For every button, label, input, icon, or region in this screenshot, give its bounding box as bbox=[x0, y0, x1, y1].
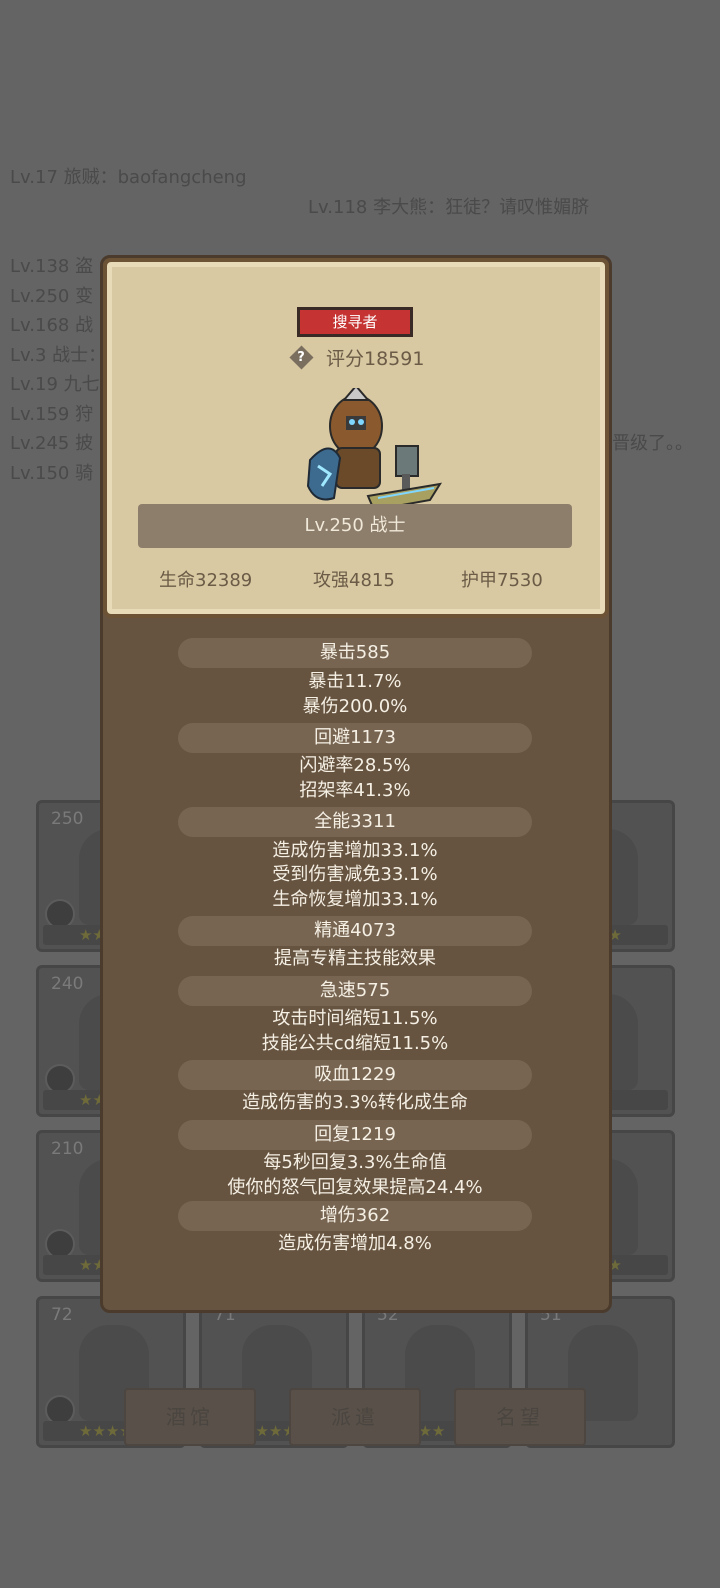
class-badge: 搜寻者 bbox=[297, 307, 413, 337]
stat-desc: 生命恢复增加33.1% bbox=[272, 889, 438, 910]
chat-line: Lv.138 盗 bbox=[10, 256, 94, 277]
chat-line: Lv.250 变 bbox=[10, 286, 94, 307]
armor-stat: 护甲7530 bbox=[461, 570, 543, 591]
stat-desc: 每5秒回复3.3%生命值 bbox=[263, 1152, 447, 1173]
versatility-stat-label: 全能3311 bbox=[178, 807, 532, 837]
hero-name-bar: Lv.250 战士 bbox=[138, 504, 572, 548]
chat-line: 晋级了。。 bbox=[612, 433, 693, 454]
stat-desc: 受到伤害减免33.1% bbox=[272, 864, 438, 885]
stat-desc: 暴伤200.0% bbox=[302, 696, 408, 717]
help-icon[interactable]: ? bbox=[289, 345, 313, 369]
regen-stat-label: 回复1219 bbox=[178, 1120, 532, 1150]
stat-desc: 造成伤害增加33.1% bbox=[272, 840, 438, 861]
damage-bonus-stat-label: 增伤362 bbox=[178, 1201, 532, 1231]
crit-stat-label: 暴击585 bbox=[178, 638, 532, 668]
stat-desc: 造成伤害增加4.8% bbox=[278, 1233, 432, 1254]
hp-stat: 生命32389 bbox=[159, 570, 253, 591]
dispatch-button[interactable]: 派遣 bbox=[289, 1388, 421, 1446]
stat-desc: 闪避率28.5% bbox=[299, 755, 411, 776]
warrior-portrait bbox=[306, 388, 443, 512]
hero-level: 72 bbox=[51, 1305, 73, 1325]
stat-desc: 提高专精主技能效果 bbox=[274, 948, 436, 969]
hero-level: 240 bbox=[51, 974, 84, 994]
haste-stat-label: 急速575 bbox=[178, 976, 532, 1006]
score-label: 评分18591 bbox=[326, 348, 425, 370]
chat-line: Lv.19 九七 bbox=[10, 374, 100, 395]
mastery-stat-label: 精通4073 bbox=[178, 916, 532, 946]
tavern-button[interactable]: 酒馆 bbox=[124, 1388, 256, 1446]
dodge-stat-label: 回避1173 bbox=[178, 723, 532, 753]
fame-button[interactable]: 名望 bbox=[454, 1388, 586, 1446]
stat-desc: 攻击时间缩短11.5% bbox=[272, 1008, 438, 1029]
stat-desc: 招架率41.3% bbox=[299, 780, 411, 801]
lifesteal-stat-label: 吸血1229 bbox=[178, 1060, 532, 1090]
stat-desc: 使你的怒气回复效果提高24.4% bbox=[227, 1177, 483, 1198]
chat-line: Lv.118 李大熊：狂徒？请叹惟媚脐 bbox=[308, 197, 590, 218]
stat-desc: 暴击11.7% bbox=[308, 671, 402, 692]
hero-level: 210 bbox=[51, 1139, 84, 1159]
stat-desc: 技能公共cd缩短11.5% bbox=[261, 1033, 449, 1054]
hero-level: 250 bbox=[51, 809, 84, 829]
stat-desc: 造成伤害的3.3%转化成生命 bbox=[242, 1092, 468, 1113]
chat-line: Lv.168 战 bbox=[10, 315, 94, 336]
chat-line: Lv.159 狩 bbox=[10, 404, 94, 425]
chat-line: Lv.245 披 bbox=[10, 433, 94, 454]
attack-stat: 攻强4815 bbox=[313, 570, 395, 591]
chat-line: Lv.3 战士： bbox=[10, 345, 107, 366]
chat-line: Lv.150 骑 bbox=[10, 463, 94, 484]
chat-line: Lv.17 旅贼：baofangcheng bbox=[10, 167, 247, 188]
